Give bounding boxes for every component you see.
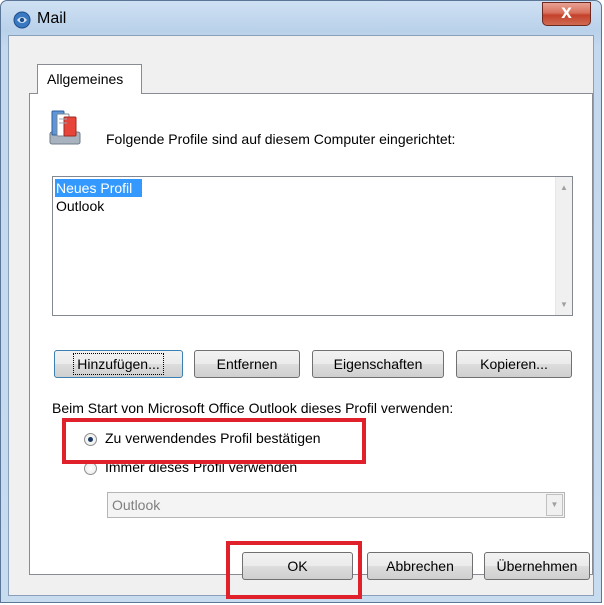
copy-profile-label: Kopieren... [480, 356, 548, 372]
profile-select-value: Outlook [112, 497, 161, 513]
always-use-profile-radio[interactable] [84, 462, 97, 475]
profile-select[interactable]: Outlook ▼ [107, 492, 565, 518]
list-item[interactable]: Outlook [55, 197, 546, 215]
add-profile-label: Hinzufügen... [73, 353, 164, 375]
remove-profile-button[interactable]: Entfernen [194, 350, 300, 378]
profiles-listbox[interactable]: Neues Profil Outlook ▲ ▼ [52, 176, 573, 316]
dialog-client-area: Allgemeines Folgende Profile sind auf di… [8, 35, 594, 596]
properties-button[interactable]: Eigenschaften [312, 350, 444, 378]
scroll-down-icon[interactable]: ▼ [556, 296, 572, 313]
dropdown-arrow-icon[interactable]: ▼ [546, 494, 563, 516]
add-profile-button[interactable]: Hinzufügen... [54, 350, 183, 378]
window-title: Mail [37, 10, 67, 27]
cancel-button[interactable]: Abbrechen [367, 552, 473, 580]
startup-label: Beim Start von Microsoft Office Outlook … [52, 400, 454, 416]
tab-allgemeines[interactable]: Allgemeines [37, 64, 142, 94]
profiles-icon [49, 110, 81, 145]
scroll-up-icon[interactable]: ▲ [556, 179, 572, 196]
ok-button[interactable]: OK [242, 552, 353, 580]
confirm-profile-radio[interactable] [84, 433, 97, 446]
tab-label: Allgemeines [47, 71, 124, 87]
mail-dialog-window: Mail X Allgemeines Folgende Profile sind… [0, 0, 602, 603]
properties-label: Eigenschaften [333, 356, 423, 372]
always-use-profile-radio-label[interactable]: Immer dieses Profil verwenden [105, 459, 297, 475]
apply-button[interactable]: Übernehmen [484, 552, 590, 580]
close-icon: X [561, 6, 572, 22]
close-button[interactable]: X [542, 2, 591, 26]
list-item[interactable]: Neues Profil [55, 179, 142, 197]
remove-profile-label: Entfernen [216, 356, 278, 372]
profiles-intro-label: Folgende Profile sind auf diesem Compute… [106, 131, 456, 147]
mail-icon [13, 11, 31, 29]
confirm-profile-radio-label[interactable]: Zu verwendendes Profil bestätigen [105, 430, 321, 446]
copy-profile-button[interactable]: Kopieren... [456, 350, 572, 378]
apply-label: Übernehmen [496, 558, 578, 574]
cancel-label: Abbrechen [386, 558, 454, 574]
listbox-scrollbar[interactable]: ▲ ▼ [555, 177, 572, 315]
title-bar: Mail X [1, 1, 601, 35]
ok-label: OK [287, 558, 308, 574]
